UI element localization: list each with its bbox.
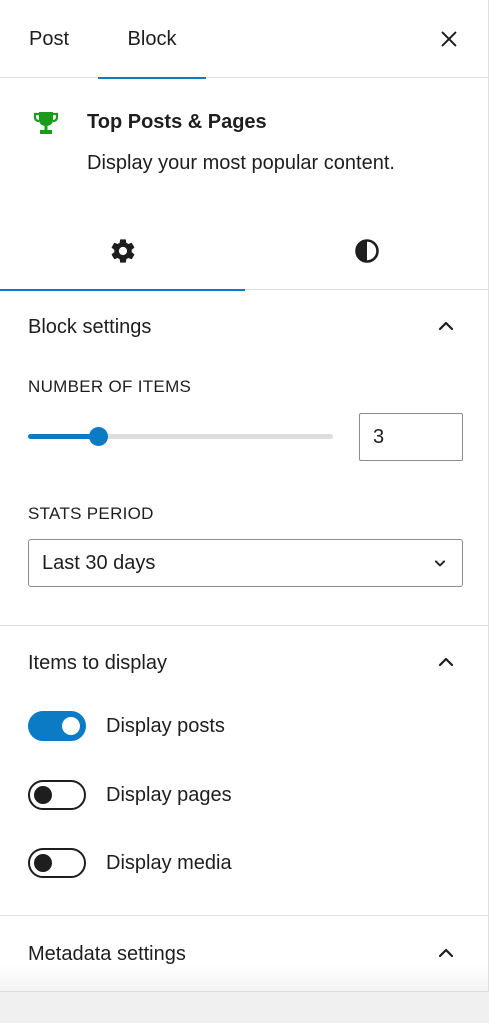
metadata-settings-title[interactable]: Metadata settings — [28, 943, 186, 966]
number-of-items-slider[interactable] — [28, 427, 333, 446]
slider-thumb[interactable] — [89, 427, 109, 446]
tab-styles[interactable] — [245, 212, 488, 290]
display-posts-label: Display posts — [106, 714, 225, 737]
toggle-display-posts: Display posts — [28, 708, 225, 744]
chevron-up-icon[interactable] — [434, 941, 458, 965]
display-pages-toggle[interactable] — [28, 780, 86, 810]
display-posts-toggle[interactable] — [28, 711, 86, 741]
display-pages-label: Display pages — [106, 783, 232, 806]
chevron-up-icon[interactable] — [434, 650, 458, 674]
items-to-display-title[interactable]: Items to display — [28, 652, 167, 675]
close-button[interactable] — [432, 22, 466, 56]
number-of-items-input[interactable]: 3 — [359, 413, 463, 461]
display-media-toggle[interactable] — [28, 848, 86, 878]
toggle-knob — [62, 717, 80, 735]
tab-post[interactable]: Post — [0, 0, 98, 78]
section-divider — [0, 915, 488, 916]
trophy-icon — [33, 112, 59, 134]
block-description: Display your most popular content. — [87, 152, 395, 174]
stats-period-value: Last 30 days — [42, 551, 156, 574]
block-title: Top Posts & Pages — [87, 111, 267, 133]
section-divider — [0, 625, 488, 626]
sidebar-header: Post Block — [0, 0, 488, 79]
block-settings-title[interactable]: Block settings — [28, 316, 151, 339]
inspector-subtabs — [0, 212, 488, 291]
scroll-fade — [0, 965, 488, 991]
tab-settings[interactable] — [0, 212, 245, 291]
contrast-icon — [355, 239, 379, 263]
chevron-up-icon[interactable] — [434, 314, 458, 338]
close-icon — [441, 31, 457, 47]
stats-period-select[interactable]: Last 30 days — [28, 539, 463, 587]
toggle-display-media: Display media — [28, 845, 232, 881]
chevron-down-icon — [434, 560, 446, 567]
stats-period-label: STATS PERIOD — [28, 504, 154, 523]
toggle-knob — [34, 854, 52, 872]
number-of-items-label: NUMBER OF ITEMS — [28, 377, 192, 396]
slider-fill — [28, 434, 99, 439]
toggle-knob — [34, 786, 52, 804]
block-inspector-panel: Post Block Top Posts & Pages Display you… — [0, 0, 489, 992]
tab-block[interactable]: Block — [98, 0, 206, 79]
display-media-label: Display media — [106, 851, 232, 874]
gear-icon — [111, 239, 134, 263]
toggle-display-pages: Display pages — [28, 777, 232, 813]
